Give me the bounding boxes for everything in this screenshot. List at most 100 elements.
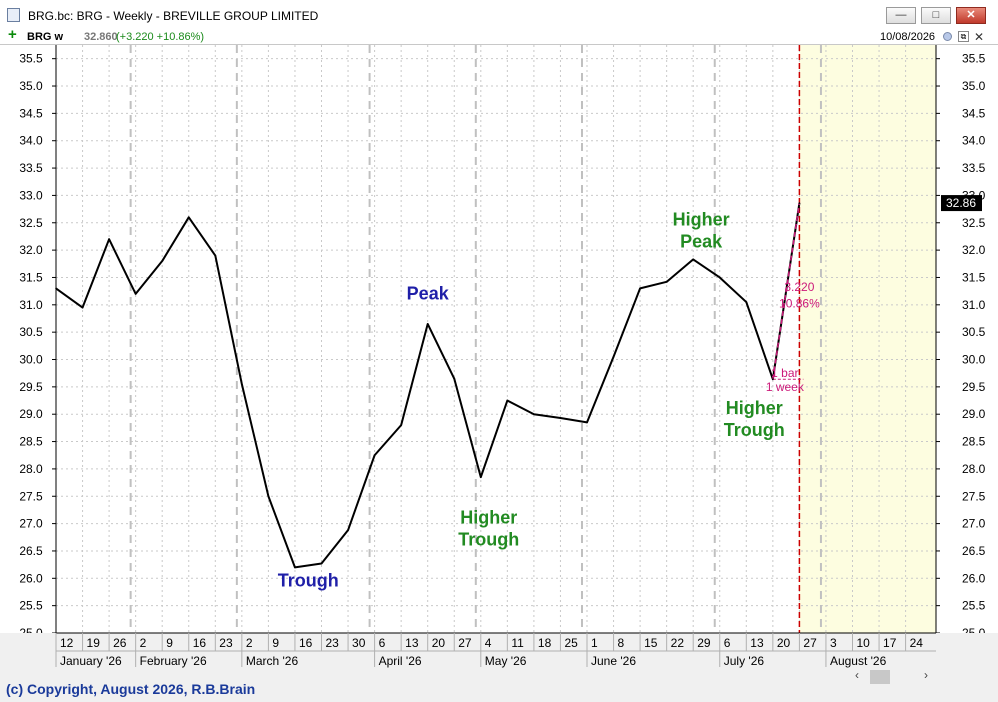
y-tick-label-right: 34.0 xyxy=(962,134,986,148)
price-point xyxy=(294,566,296,569)
x-tick-label: 9 xyxy=(166,636,173,650)
price-point xyxy=(214,254,217,257)
x-tick-label: 15 xyxy=(644,636,658,650)
price-point xyxy=(718,276,721,279)
price-point xyxy=(241,383,243,385)
x-tick-label: 6 xyxy=(379,636,386,650)
y-tick-label-left: 30.5 xyxy=(19,325,43,339)
price-point xyxy=(187,216,190,219)
month-label: March '26 xyxy=(246,654,299,668)
price-point xyxy=(320,562,323,565)
measure-percent: 10.86% xyxy=(779,297,820,311)
chart-info-bar: + BRG w 32.860 (+3.220 +10.86%) 10/08/20… xyxy=(0,27,998,45)
x-tick-label: 6 xyxy=(724,636,731,650)
annotation-label: Higher xyxy=(460,508,517,528)
x-tick-label: 3 xyxy=(830,636,837,650)
x-tick-label: 2 xyxy=(140,636,147,650)
x-tick-label: 16 xyxy=(193,636,207,650)
price-point xyxy=(639,287,641,290)
price-point xyxy=(373,454,376,457)
price-point xyxy=(692,258,694,261)
copyright-text: (c) Copyright, August 2026, R.B.Brain xyxy=(6,681,256,697)
x-tick-label: 13 xyxy=(750,636,764,650)
y-tick-label-right: 25.5 xyxy=(962,599,986,613)
last-value-text: 32.86 xyxy=(946,196,976,210)
price-point xyxy=(55,287,57,290)
y-tick-label-left: 35.0 xyxy=(19,79,43,93)
month-label: January '26 xyxy=(60,654,122,668)
price-chart[interactable]: 3.22010.86%1 bar1 week PeakTroughHigherT… xyxy=(0,45,998,681)
price-point xyxy=(480,476,482,478)
status-dot-icon[interactable] xyxy=(943,32,952,41)
scrollbar-thumb[interactable] xyxy=(870,670,890,684)
y-tick-label-right: 30.5 xyxy=(962,325,986,339)
y-tick-label-left: 27.0 xyxy=(19,517,43,531)
y-tick-label-right: 32.5 xyxy=(962,216,986,230)
y-tick-label-right: 34.5 xyxy=(962,106,986,120)
annotation-label: Trough xyxy=(278,571,339,591)
x-tick-label: 18 xyxy=(538,636,552,650)
x-tick-label: 23 xyxy=(326,636,340,650)
x-tick-label: 22 xyxy=(671,636,685,650)
y-tick-label-left: 26.5 xyxy=(19,544,43,558)
month-label: July '26 xyxy=(724,654,765,668)
window-title: BRG.bc: BRG - Weekly - BREVILLE GROUP LI… xyxy=(28,9,319,23)
x-tick-label: 19 xyxy=(87,636,101,650)
y-tick-label-right: 27.5 xyxy=(962,489,986,503)
scroll-left-icon[interactable]: ‹ xyxy=(855,668,859,682)
y-tick-label-left: 25.5 xyxy=(19,599,43,613)
y-tick-label-right: 28.5 xyxy=(962,435,986,449)
month-label: June '26 xyxy=(591,654,636,668)
y-tick-label-left: 31.0 xyxy=(19,298,43,312)
scroll-right-icon[interactable]: › xyxy=(924,668,928,682)
future-shading xyxy=(799,45,936,633)
y-tick-label-left: 32.0 xyxy=(19,243,43,257)
y-tick-label-left: 29.5 xyxy=(19,380,43,394)
y-tick-label-left: 34.0 xyxy=(19,134,43,148)
window-titlebar: BRG.bc: BRG - Weekly - BREVILLE GROUP LI… xyxy=(0,0,998,31)
change-label: (+3.220 +10.86%) xyxy=(116,31,205,43)
restore-icon[interactable]: ⧉ xyxy=(958,31,969,42)
price-point xyxy=(586,421,588,424)
x-tick-label: 26 xyxy=(113,636,127,650)
measure-change: 3.220 xyxy=(784,280,814,294)
x-tick-label: 1 xyxy=(591,636,598,650)
x-tick-label: 2 xyxy=(246,636,253,650)
x-tick-label: 27 xyxy=(458,636,472,650)
close-chart-icon[interactable]: ✕ xyxy=(974,30,984,44)
price-point xyxy=(772,378,774,381)
annotation-label: Peak xyxy=(407,283,450,303)
price-point xyxy=(161,260,163,262)
x-tick-label: 4 xyxy=(485,636,492,650)
y-tick-label-left: 30.0 xyxy=(19,353,43,367)
maximize-button[interactable]: □ xyxy=(921,7,951,24)
price-point xyxy=(426,323,429,325)
y-tick-label-left: 33.0 xyxy=(19,188,43,202)
date-label: 10/08/2026 xyxy=(880,31,936,43)
close-button[interactable]: ✕ xyxy=(956,7,986,24)
price-label: 32.860 xyxy=(84,31,118,43)
price-point xyxy=(400,424,402,426)
plus-icon[interactable]: + xyxy=(8,27,17,42)
month-label: February '26 xyxy=(140,654,207,668)
y-tick-label-left: 29.0 xyxy=(19,407,43,421)
x-tick-label: 23 xyxy=(219,636,233,650)
y-tick-label-left: 26.0 xyxy=(19,571,43,585)
symbol-label: BRG w xyxy=(27,31,64,43)
y-tick-label-left: 28.0 xyxy=(19,462,43,476)
price-point xyxy=(665,281,668,283)
y-tick-label-left: 33.5 xyxy=(19,161,43,175)
x-tick-label: 24 xyxy=(910,636,924,650)
x-tick-label: 9 xyxy=(272,636,279,650)
price-point xyxy=(798,202,801,204)
annotation-label: Higher xyxy=(673,210,730,230)
price-point xyxy=(506,399,509,402)
x-tick-label: 20 xyxy=(432,636,446,650)
minimize-button[interactable]: — xyxy=(886,7,916,24)
y-tick-label-right: 29.0 xyxy=(962,407,986,421)
y-tick-label-left: 27.5 xyxy=(19,489,43,503)
measure-bars: 1 bar xyxy=(771,366,798,380)
month-label: August '26 xyxy=(830,654,887,668)
price-point xyxy=(347,529,349,531)
last-value-marker: 32.86 xyxy=(941,195,982,212)
